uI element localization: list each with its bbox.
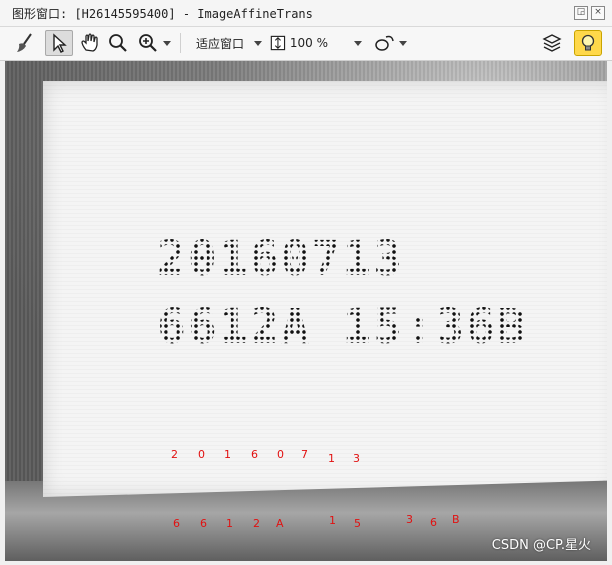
recognized-char: 2 [253, 517, 260, 530]
zoom-level-dropdown[interactable]: 100 % [270, 30, 362, 56]
recognized-char: 1 [224, 448, 231, 461]
recognized-char: 7 [301, 448, 308, 461]
fit-mode-label: 适应窗口 [195, 36, 244, 51]
brush-tool-button[interactable] [12, 30, 38, 56]
zoom-in-icon [138, 34, 157, 52]
recognized-char: 3 [353, 452, 360, 465]
window-title: 图形窗口: [H26145595400] - ImageAffineTrans [12, 7, 313, 21]
printed-text-line-1: 20160713 [157, 231, 405, 287]
zoom-tool-button[interactable] [106, 30, 130, 56]
recognized-char: B [452, 513, 460, 526]
title-bar: 图形窗口: [H26145595400] - ImageAffineTrans … [0, 0, 612, 27]
recognized-char: 1 [329, 514, 336, 527]
watermark: CSDN @CP.星火 [491, 538, 591, 553]
chevron-down-icon [354, 40, 362, 46]
recognized-char: 3 [406, 513, 413, 526]
printed-text-line-2: 6612A 15:36B [157, 299, 528, 355]
image-canvas[interactable]: 20160713 6612A 15:36B 20160713 6612A1536… [5, 61, 607, 561]
light-toggle-button[interactable] [574, 30, 602, 56]
recognized-char: 6 [200, 517, 207, 530]
toolbar-separator [180, 33, 181, 53]
layers-button[interactable] [540, 30, 564, 56]
recognized-char: 0 [198, 448, 205, 461]
recognized-char: A [276, 517, 284, 530]
chevron-down-icon [254, 40, 262, 46]
recognized-char: 1 [328, 452, 335, 465]
zoom-in-dropdown[interactable] [134, 30, 174, 56]
label-paper [43, 81, 607, 497]
recognized-char: 6 [173, 517, 180, 530]
layers-icon [542, 34, 562, 52]
recognized-char: 5 [354, 517, 361, 530]
pointer-tool-button[interactable] [45, 30, 73, 56]
recognized-char: 1 [226, 517, 233, 530]
recognized-char: 0 [277, 448, 284, 461]
recognized-char: 6 [430, 516, 437, 529]
toolbar: 适应窗口 100 % [0, 27, 612, 61]
fit-mode-dropdown[interactable]: 适应窗口 [190, 30, 268, 56]
shape-draw-dropdown[interactable] [370, 30, 410, 56]
hand-icon [81, 33, 98, 52]
restore-button[interactable]: ◲ [574, 6, 588, 20]
pointer-icon [53, 33, 67, 53]
close-button[interactable]: × [591, 6, 605, 20]
pan-tool-button[interactable] [77, 30, 103, 56]
zoom-icon [109, 34, 127, 52]
recognized-char: 2 [171, 448, 178, 461]
lightbulb-icon [581, 34, 595, 51]
chevron-down-icon [162, 40, 171, 46]
chevron-down-icon [398, 40, 407, 46]
fit-image-icon [270, 35, 286, 51]
brush-icon [17, 33, 32, 52]
recognized-char: 6 [251, 448, 258, 461]
zoom-level-value: 100 % [289, 36, 328, 50]
shape-draw-icon [374, 35, 394, 51]
